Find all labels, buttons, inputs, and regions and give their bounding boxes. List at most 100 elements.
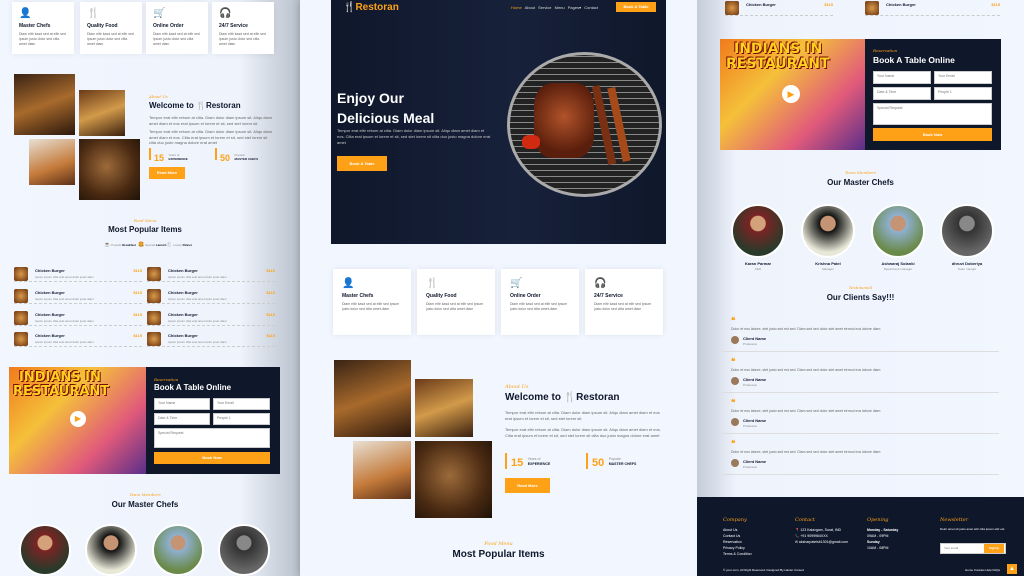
- people-select[interactable]: People 1: [934, 87, 992, 100]
- book-now-button[interactable]: Book Now: [873, 128, 992, 141]
- chef-avatar: [85, 524, 137, 576]
- footer-link[interactable]: Terms & Condition: [723, 552, 752, 556]
- chef-avatar: [731, 204, 785, 258]
- food-image: [29, 139, 75, 185]
- nav-service[interactable]: Service: [538, 5, 551, 10]
- nav-pages[interactable]: Pages▾: [568, 5, 581, 10]
- menu-item: Chicken Burger $115 Ipsum ipsum clita erat…: [147, 310, 275, 326]
- email-field[interactable]: Your Email: [934, 71, 992, 84]
- quote-icon: ❝: [731, 316, 736, 325]
- menu-title: Most Popular Items: [108, 225, 182, 234]
- quote-icon: ❝: [731, 439, 736, 448]
- chef-role: CEO: [754, 267, 762, 271]
- read-more-button[interactable]: Read More: [149, 167, 185, 179]
- date-field[interactable]: Date & Time: [873, 87, 931, 100]
- email-field[interactable]: Your Email: [213, 398, 270, 410]
- chef-name: Krishna Patel: [815, 261, 841, 266]
- food-platter-image: [415, 441, 492, 518]
- service-card: 🍴 Quality Food Diam elitr kasd sed at el…: [80, 2, 142, 54]
- chef-avatar: [152, 524, 204, 576]
- chef-avatar: [940, 204, 994, 258]
- cart-icon: 🛒: [153, 8, 166, 19]
- headset-icon: 🎧: [594, 278, 607, 289]
- chef-name: Karan Parmar: [744, 261, 772, 266]
- testimonial-item: ❝ Dolor et eos labore, stet justo sed est…: [723, 353, 999, 393]
- footer-link[interactable]: Contact Us: [723, 534, 740, 538]
- headset-icon: 🎧: [219, 8, 232, 19]
- back-to-top-button[interactable]: ▲: [1007, 564, 1017, 574]
- chef-role: Department manager: [883, 267, 913, 271]
- menu-title: Most Popular Items: [452, 549, 545, 560]
- menu-item: Chicken Burger $115: [865, 0, 1000, 16]
- avatar: [731, 418, 739, 426]
- book-table-nav-button[interactable]: Book A Table: [616, 2, 656, 12]
- menu-item: Chicken Burger $115 Ipsum ipsum clita erat…: [14, 310, 142, 326]
- nav-menu[interactable]: Menu: [555, 5, 565, 10]
- avatar: [731, 377, 739, 385]
- restaurant-interior-image: [79, 90, 125, 136]
- nav-home[interactable]: Home: [511, 5, 522, 10]
- service-card: 👤 Master Chefs Diam elitr kasd sed at el…: [333, 269, 411, 335]
- video-banner[interactable]: INDIANS IN RESTAURANT ▶: [9, 367, 146, 474]
- service-card: 🍴 Quality Food Diam elitr kasd sed at el…: [417, 269, 495, 335]
- read-more-button[interactable]: Read More: [505, 478, 550, 493]
- location-icon: 📍: [795, 528, 800, 532]
- footer: Company About Us Contact Us Reservation …: [697, 497, 1024, 576]
- chef-avatar: [19, 524, 71, 576]
- chef-role: Team manger: [957, 267, 977, 271]
- menu-item: Chicken Burger $115 Ipsum ipsum clita erat…: [147, 266, 275, 282]
- stat-chefs: 50 Popular MASTER CHEFS: [215, 148, 258, 163]
- about-title: Welcome to 🍴Restoran: [505, 392, 620, 403]
- service-card: 🛒 Online Order Diam elitr kasd sed at el…: [501, 269, 579, 335]
- special-request-field[interactable]: Special Request: [873, 103, 992, 125]
- restaurant-interior-image: [334, 360, 411, 437]
- about-title: Welcome to 🍴Restoran: [149, 101, 241, 110]
- reservation-form: Reservation Book A Table Online Your Nam…: [865, 39, 1001, 150]
- service-card: 👤 Master Chefs Diam elitr kasd sed at el…: [12, 2, 74, 54]
- hero-section: 🍴Restoran Home About Service Menu Pages▾…: [331, 0, 666, 244]
- play-icon[interactable]: ▶: [70, 411, 86, 427]
- signup-button[interactable]: SignUp: [984, 544, 1004, 553]
- utensils-icon: 🍴: [343, 2, 356, 13]
- utensils-icon: 🍴: [563, 392, 577, 403]
- chef-icon: 👤: [342, 278, 355, 289]
- hero-book-button[interactable]: Book A Table: [337, 156, 387, 171]
- chef-icon: 👤: [19, 8, 32, 19]
- video-banner[interactable]: INDIANS IN RESTAURANT ▶: [720, 39, 865, 150]
- menu-item: Chicken Burger $115 Ipsum ipsum clita erat…: [14, 288, 142, 304]
- avatar: [731, 336, 739, 344]
- chef-name: dhruvi Doberiya: [951, 261, 983, 266]
- stat-experience: 15 Years of EXPERIENCE: [149, 148, 188, 163]
- menu-item: Chicken Burger $115 Ipsum ipsum clita erat…: [14, 331, 142, 347]
- restaurant-interior-image: [14, 74, 75, 135]
- book-now-button[interactable]: Book Now: [154, 452, 270, 464]
- menu-tab-dinner[interactable]: 🍴 Lovely Dinner: [166, 242, 192, 248]
- menu-tab-breakfast[interactable]: ☕ Popular Breakfast: [104, 242, 136, 248]
- footer-link[interactable]: Reservation: [723, 540, 742, 544]
- stat-chefs: 50 Popular MASTER CHEFS: [586, 453, 636, 469]
- brand-logo[interactable]: 🍴Restoran: [343, 2, 399, 13]
- quote-icon: ❝: [731, 357, 736, 366]
- date-field[interactable]: Date & Time: [154, 413, 210, 425]
- name-field[interactable]: Your Name: [154, 398, 210, 410]
- play-icon[interactable]: ▶: [782, 85, 800, 103]
- special-request-field[interactable]: Special Request: [154, 428, 270, 448]
- mail-icon: ✉: [795, 540, 798, 544]
- grill-image: [507, 52, 662, 197]
- nav-about[interactable]: About: [525, 5, 535, 10]
- footer-link[interactable]: About Us: [723, 528, 737, 532]
- right-page-preview: Chicken Burger $115 Chicken Burger $115 IN…: [697, 0, 1024, 576]
- chef-role: Manager: [822, 267, 834, 271]
- food-platter-image: [79, 139, 140, 200]
- stat-experience: 15 Years of EXPERIENCE: [505, 453, 550, 469]
- menu-tab-launch[interactable]: 🍔 Special Launch: [138, 242, 166, 248]
- name-field[interactable]: Your Name: [873, 71, 931, 84]
- footer-link[interactable]: Privacy Policy: [723, 546, 745, 550]
- reservation-form: Reservation Book A Table Online Your Nam…: [146, 367, 280, 474]
- nav-contact[interactable]: Contact: [584, 5, 598, 10]
- testimonial-item: ❝ Dolor et eos labore, stet justo sed est…: [723, 435, 999, 475]
- restaurant-interior-image: [415, 379, 473, 437]
- utensils-icon: 🍴: [426, 278, 439, 289]
- menu-item: Chicken Burger $115: [725, 0, 833, 16]
- people-select[interactable]: People 1: [213, 413, 270, 425]
